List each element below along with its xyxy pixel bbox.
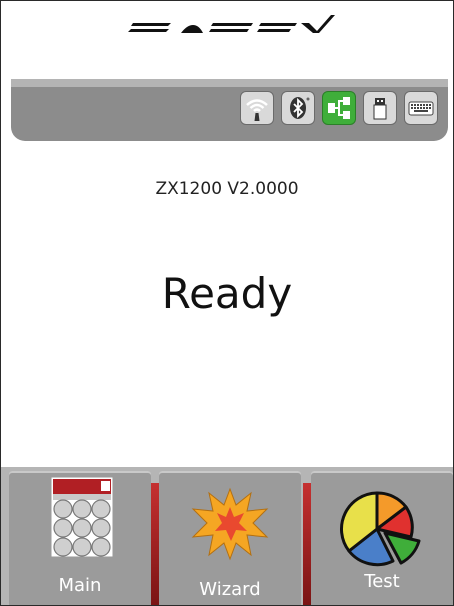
wifi-icon: [240, 91, 274, 125]
nav-divider: [303, 483, 311, 605]
model-version: ZX1200 V2.0000: [155, 179, 299, 199]
usb-icon: [363, 91, 397, 125]
bluetooth-icon: [281, 91, 315, 125]
main-button[interactable]: Main: [9, 471, 151, 605]
printer-status: Ready: [161, 269, 293, 318]
ethernet-icon: [322, 91, 356, 125]
test-pie-chart-icon: [340, 491, 421, 567]
wizard-label: Wizard: [199, 579, 261, 600]
test-button[interactable]: Test: [311, 471, 453, 605]
main-label: Main: [58, 575, 102, 596]
test-label: Test: [364, 571, 400, 592]
connectivity-icons: [240, 91, 438, 125]
wizard-button[interactable]: Wizard: [159, 471, 301, 605]
wizard-burst-icon: [191, 487, 269, 561]
nav-divider: [151, 483, 159, 605]
main-grid-icon: [51, 477, 113, 557]
brand-logo: [128, 15, 335, 33]
printer-screen: ZX1200 V2.0000 Ready Main Wizard Test: [0, 0, 454, 606]
status-bar: [11, 79, 448, 141]
bottom-nav: Main Wizard Test: [1, 467, 453, 605]
keyboard-icon: [404, 91, 438, 125]
